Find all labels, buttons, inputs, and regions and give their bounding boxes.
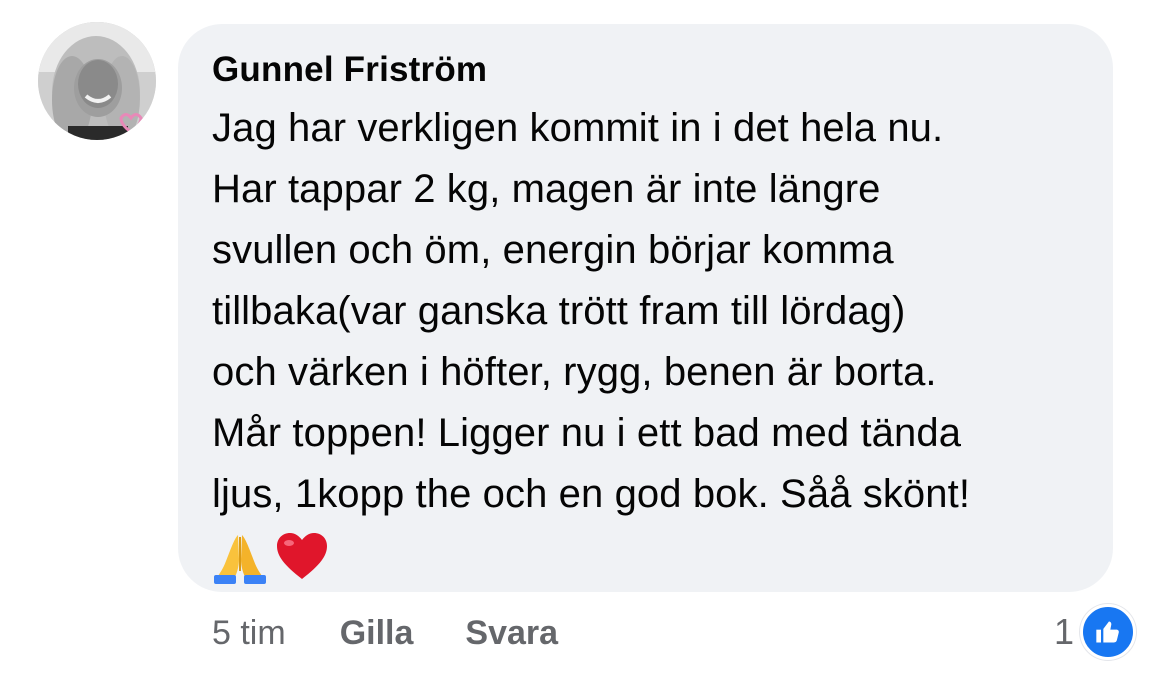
comment-author[interactable]: Gunnel Friström xyxy=(212,48,1079,92)
like-icon xyxy=(1080,604,1136,660)
reaction-summary[interactable]: 1 xyxy=(1054,604,1136,660)
reaction-count: 1 xyxy=(1053,611,1074,652)
avatar-photo-icon xyxy=(38,22,156,140)
reply-button[interactable]: Svara xyxy=(465,614,558,653)
comment-actions: 5 tim Gilla Svara xyxy=(212,608,610,658)
comment-bubble: Gunnel Friström Jag har verkligen kommit… xyxy=(178,24,1113,592)
red-heart-icon xyxy=(274,529,330,590)
emoji-row xyxy=(212,531,1079,587)
folded-hands-icon xyxy=(212,529,268,590)
like-button[interactable]: Gilla xyxy=(340,614,414,653)
comment-text: Jag har verkligen kommit in i det hela n… xyxy=(212,106,971,516)
comment-thread: Gunnel Friström Jag har verkligen kommit… xyxy=(0,0,1170,684)
comment-timestamp[interactable]: 5 tim xyxy=(212,614,286,653)
avatar[interactable] xyxy=(38,22,156,140)
